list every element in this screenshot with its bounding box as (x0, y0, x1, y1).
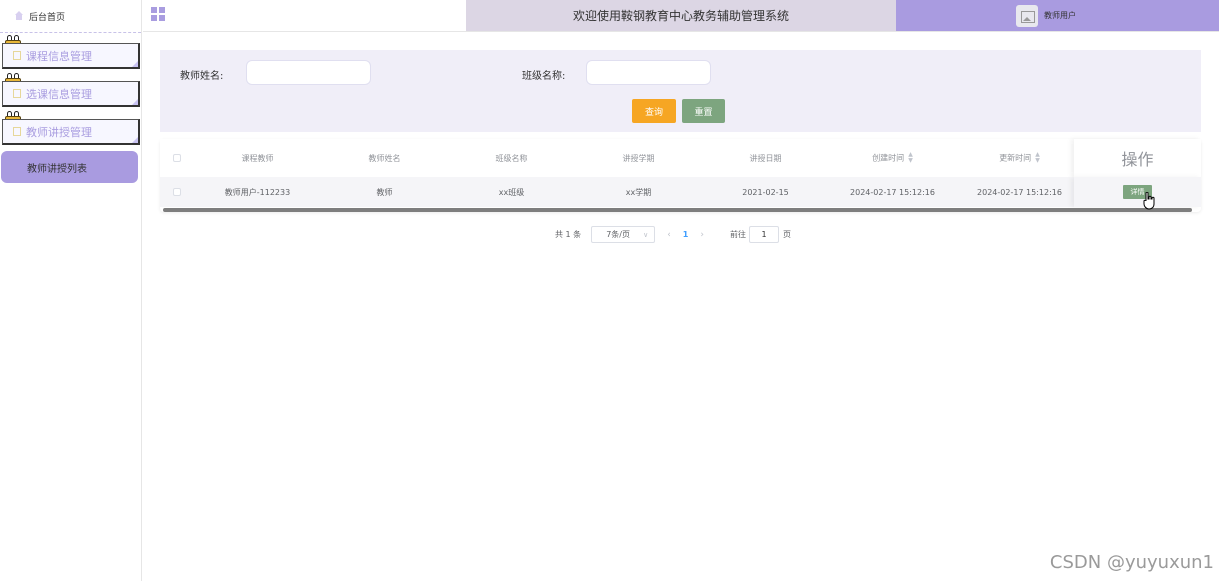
sidebar-home-label: 后台首页 (29, 12, 66, 23)
cell-date: 2021-02-15 (742, 187, 789, 197)
col-date: 讲授日期 (749, 153, 782, 163)
cell-updated: 2024-02-17 15:12:16 (977, 187, 1062, 197)
sidebar-menu-label: 课程信息管理 (26, 49, 92, 63)
cell-term: xx学期 (625, 187, 652, 197)
watermark: CSDN @yuyuxun1 (1049, 552, 1214, 573)
reset-button[interactable]: 重置 (682, 99, 725, 123)
data-table: 课程教师 教师姓名 班级名称 讲授学期 讲授日期 创建时间 ▲ ▼ 更新时间 ▲ ▼ 操… (160, 139, 1201, 212)
document-icon (13, 89, 21, 98)
top-bar: 欢迎使用鞍钢教育中心教务辅助管理系统 教师用户 (143, 0, 1219, 32)
cell-created: 2024-02-17 15:12:16 (850, 187, 935, 197)
page-size-value: 7条/页 (606, 230, 630, 239)
sidebar-home[interactable]: 后台首页 (0, 0, 141, 33)
hand-cursor-icon (1143, 192, 1155, 210)
row-checkbox[interactable] (173, 188, 181, 196)
sidebar: 后台首页 课程信息管理 选课信息管理 教师讲授管理 教师讲授列表 (0, 0, 142, 581)
teacher-name-input[interactable] (246, 60, 371, 85)
next-page-icon[interactable]: › (700, 230, 704, 240)
col-created[interactable]: 创建时间 ▲ ▼ (829, 152, 956, 164)
pagination: 共 1 条 7条/页 ∨ ‹ 1 › 前往 1 页 (555, 226, 791, 243)
cell-teacher-name: 教师 (376, 187, 393, 197)
sidebar-submenu-teaching-list[interactable]: 教师讲授列表 (1, 151, 138, 183)
home-icon (14, 11, 24, 21)
prev-page-icon[interactable]: ‹ (667, 230, 671, 240)
goto-page-input[interactable]: 1 (748, 226, 779, 243)
sort-icon[interactable]: ▲ ▼ (908, 152, 913, 164)
sort-icon[interactable]: ▲ ▼ (1035, 152, 1040, 164)
sidebar-menu-course[interactable]: 课程信息管理 (0, 33, 141, 71)
document-icon (13, 51, 21, 60)
col-created-label: 创建时间 (872, 153, 905, 163)
teacher-name-label: 教师姓名: (180, 71, 224, 82)
col-term: 讲授学期 (622, 153, 655, 163)
search-panel: 教师姓名: 班级名称: 查询 重置 (160, 50, 1201, 132)
sidebar-menu-label: 选课信息管理 (26, 87, 92, 101)
avatar-image-icon (1016, 4, 1038, 27)
sidebar-menu-label: 教师讲授管理 (26, 125, 92, 139)
menu-grid-icon[interactable] (151, 7, 165, 21)
class-name-label: 班级名称: (522, 71, 566, 82)
chevron-down-icon: ∨ (643, 231, 649, 239)
page-number[interactable]: 1 (683, 230, 689, 239)
search-button[interactable]: 查询 (632, 99, 676, 123)
col-actions: 操作 (1074, 139, 1201, 177)
cell-actions: 详情 (1074, 177, 1201, 207)
document-icon (13, 127, 21, 136)
select-all-checkbox[interactable] (173, 154, 181, 162)
col-updated[interactable]: 更新时间 ▲ ▼ (956, 152, 1083, 164)
sidebar-menu-selection[interactable]: 选课信息管理 (0, 71, 141, 109)
col-class-name: 班级名称 (495, 153, 528, 163)
col-updated-label: 更新时间 (999, 153, 1032, 163)
table-row: 教师用户-112233 教师 xx班级 xx学期 2021-02-15 2024… (160, 177, 1201, 207)
col-teacher-name: 教师姓名 (368, 153, 401, 163)
table-header: 课程教师 教师姓名 班级名称 讲授学期 讲授日期 创建时间 ▲ ▼ 更新时间 ▲ ▼ (160, 139, 1201, 177)
user-menu[interactable]: 教师用户 (896, 0, 1219, 31)
page-title: 欢迎使用鞍钢教育中心教务辅助管理系统 (466, 0, 896, 31)
col-course-teacher: 课程教师 (241, 153, 274, 163)
page-suffix: 页 (782, 230, 791, 239)
class-name-input[interactable] (586, 60, 711, 85)
user-label: 教师用户 (1044, 11, 1076, 20)
horizontal-scrollbar[interactable] (163, 208, 1192, 212)
goto-label: 前往 (729, 230, 746, 239)
cell-class-name: xx班级 (498, 187, 525, 197)
sidebar-menu-teaching[interactable]: 教师讲授管理 (0, 109, 141, 147)
pagination-total: 共 1 条 (555, 230, 582, 239)
cell-course-teacher: 教师用户-112233 (224, 187, 291, 197)
page-size-select[interactable]: 7条/页 ∨ (591, 226, 656, 243)
